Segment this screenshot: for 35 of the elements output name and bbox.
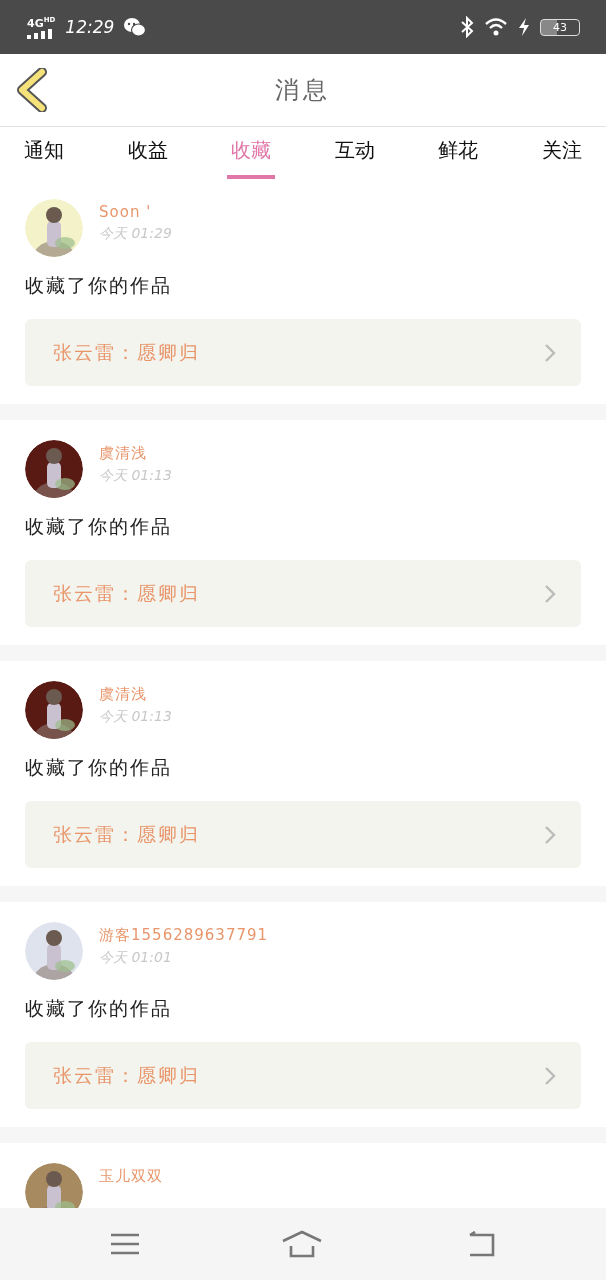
tab[interactable]: 鲜花 [434,127,483,179]
tab[interactable]: 收藏 [227,127,276,179]
user-name[interactable]: 游客1556289637791 [99,926,269,945]
menu-icon[interactable] [110,1232,141,1256]
message-text: 收藏了你的作品 [25,996,173,1021]
battery-level: 43 [553,21,567,33]
chevron-right-icon [544,824,556,845]
work-link[interactable]: 张云雷：愿卿归 [25,1042,581,1109]
user-name[interactable]: 虞清浅 [99,685,172,704]
chevron-right-icon [544,1065,556,1086]
network-label: 4G$^{HD}$ [27,14,56,29]
work-link[interactable]: 张云雷：愿卿归 [25,319,581,386]
message-text: 收藏了你的作品 [25,514,173,539]
message-text: 收藏了你的作品 [25,273,173,298]
work-link[interactable]: 张云雷：愿卿归 [25,560,581,627]
signal-icon [27,29,53,40]
user-name[interactable]: 虞清浅 [99,444,172,463]
bluetooth-icon [460,16,474,38]
chat-bubbles-icon [124,17,147,37]
home-icon[interactable] [281,1230,323,1258]
user-name[interactable]: 玉儿双双 [99,1167,163,1186]
page-title: 消息 [275,75,331,106]
work-link[interactable]: 张云雷：愿卿归 [25,801,581,868]
user-name[interactable]: Soon ' [99,203,172,221]
tab[interactable]: 互动 [330,127,379,179]
tab[interactable]: 收益 [123,127,172,179]
back-icon[interactable] [16,68,48,112]
tab[interactable]: 关注 [537,127,586,179]
charging-icon [518,17,530,37]
chevron-right-icon [544,342,556,363]
message-text: 收藏了你的作品 [25,755,173,780]
chevron-right-icon [544,583,556,604]
wifi-icon [484,18,508,36]
tab[interactable]: 通知 [20,127,68,179]
clock: 12:29 [65,17,115,37]
